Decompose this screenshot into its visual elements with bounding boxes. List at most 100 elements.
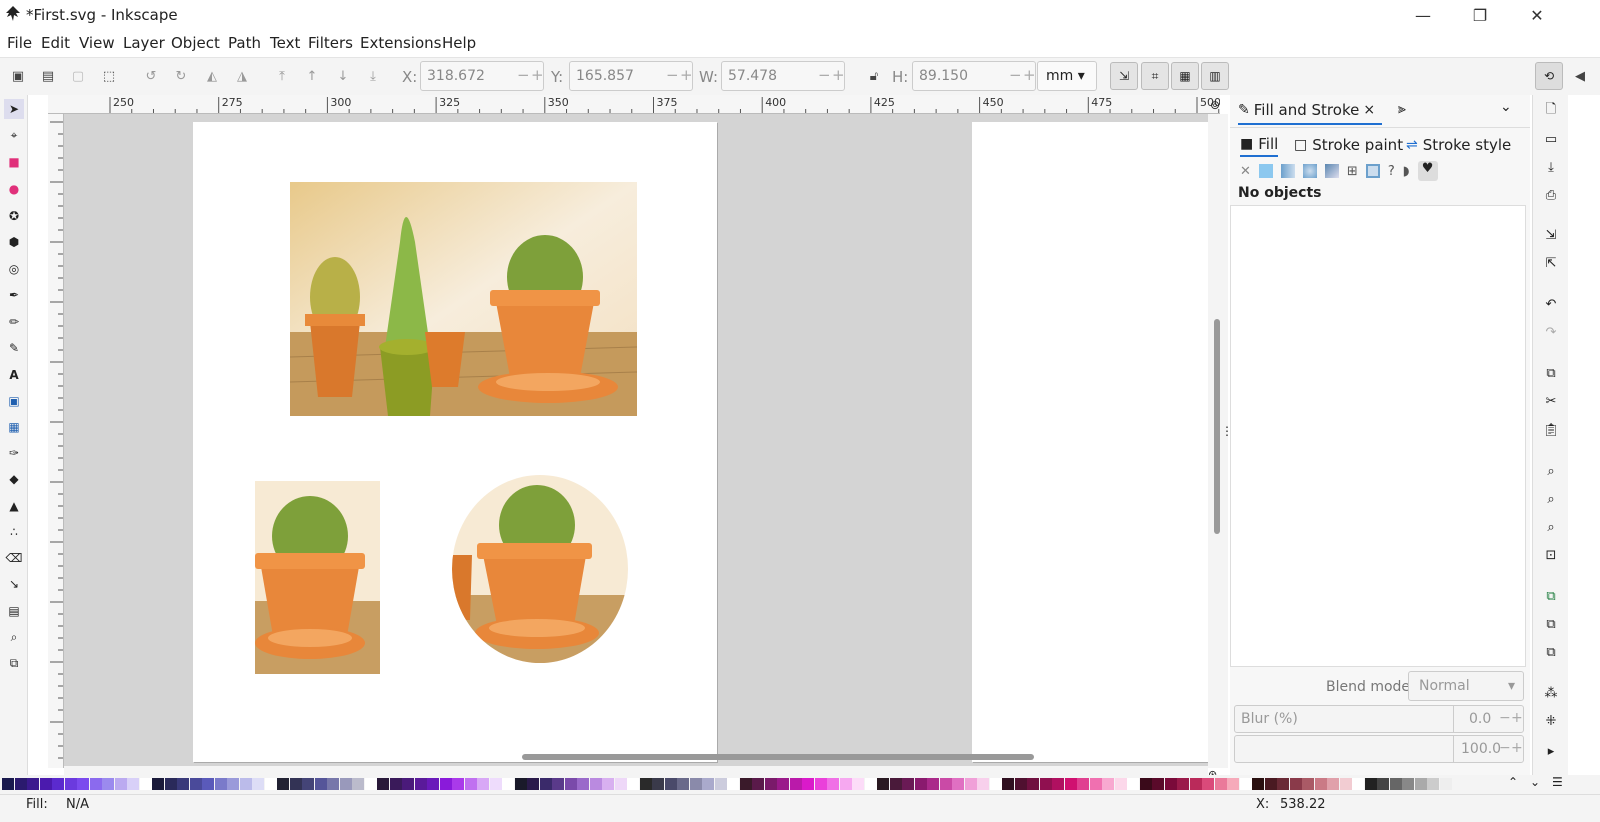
- palette-swatch[interactable]: [814, 778, 827, 790]
- palette-swatch[interactable]: [727, 778, 739, 790]
- calligraphy-tool-icon[interactable]: ✎: [4, 338, 24, 358]
- palette-swatch[interactable]: [1177, 778, 1189, 790]
- palette-swatch[interactable]: [852, 778, 864, 790]
- palette-swatch[interactable]: [1052, 778, 1064, 790]
- palette-swatch[interactable]: [1114, 778, 1127, 790]
- palette-swatch[interactable]: [502, 778, 514, 790]
- eraser-tool-icon[interactable]: ⌫: [4, 548, 24, 568]
- increment-icon[interactable]: +: [680, 66, 693, 84]
- palette-swatch[interactable]: [489, 778, 502, 790]
- palette-swatch[interactable]: [1039, 778, 1052, 790]
- palette-swatch[interactable]: [164, 778, 177, 790]
- palette-swatch[interactable]: [1402, 778, 1414, 790]
- select-all-icon[interactable]: ▣: [8, 66, 28, 86]
- clone-icon[interactable]: ⧉: [1541, 614, 1561, 634]
- palette-swatch[interactable]: [1377, 778, 1389, 790]
- palette-swatch[interactable]: [264, 778, 277, 790]
- palette-swatch[interactable]: [464, 778, 477, 790]
- palette-swatch[interactable]: [1414, 778, 1427, 790]
- palette-swatch[interactable]: [289, 778, 302, 790]
- subtab-stroke-paint[interactable]: □ Stroke paint: [1294, 133, 1403, 157]
- palette-swatch[interactable]: [777, 778, 789, 790]
- zoom-tool-icon[interactable]: ⌕: [4, 627, 24, 647]
- blend-mode-select[interactable]: Normal ▾: [1408, 671, 1524, 701]
- tweak-tool-icon[interactable]: ▲: [4, 496, 24, 516]
- palette-swatch[interactable]: [339, 778, 352, 790]
- palette-swatch[interactable]: [102, 778, 114, 790]
- select-all-layers-icon[interactable]: ▤: [38, 66, 58, 86]
- palette-swatch[interactable]: [414, 778, 427, 790]
- palette-swatch[interactable]: [602, 778, 614, 790]
- palette-swatch[interactable]: [27, 778, 39, 790]
- palette-swatch[interactable]: [189, 778, 202, 790]
- decrement-icon[interactable]: −: [666, 66, 679, 84]
- palette-swatch[interactable]: [577, 778, 589, 790]
- print-icon[interactable]: ⎙: [1541, 185, 1561, 205]
- palette-swatch[interactable]: [1427, 778, 1439, 790]
- lower-to-bottom-icon[interactable]: ⤓: [363, 66, 383, 86]
- scale-stroke-button[interactable]: ⇲: [1110, 62, 1138, 90]
- palette-swatch[interactable]: [452, 778, 464, 790]
- spiral-tool-icon[interactable]: ◎: [4, 259, 24, 279]
- blur-field[interactable]: Blur (%) 0.0 − +: [1234, 705, 1524, 733]
- palette-swatch[interactable]: [902, 778, 914, 790]
- palette-swatch[interactable]: [1364, 778, 1377, 790]
- palette-swatch[interactable]: [627, 778, 639, 790]
- text-tool-icon[interactable]: A: [4, 365, 24, 385]
- palette-swatch[interactable]: [889, 778, 902, 790]
- snap-toggle-button[interactable]: ⟲: [1535, 62, 1563, 90]
- palette-swatch[interactable]: [477, 778, 489, 790]
- increment-icon[interactable]: +: [832, 66, 845, 84]
- linear-gradient-icon[interactable]: [1280, 164, 1295, 178]
- menu-extensions[interactable]: Extensions: [360, 34, 441, 52]
- palette-swatch[interactable]: [402, 778, 414, 790]
- rotate-ccw-icon[interactable]: ↺: [141, 66, 161, 86]
- marker-icon[interactable]: ◗: [1403, 164, 1410, 179]
- palette-swatch[interactable]: [39, 778, 52, 790]
- select-same-icon[interactable]: ⬚: [99, 66, 119, 86]
- heart-icon[interactable]: ♥: [1417, 161, 1438, 181]
- palette-swatch[interactable]: [1102, 778, 1114, 790]
- page-1[interactable]: [193, 122, 717, 762]
- menu-view[interactable]: View: [79, 34, 115, 52]
- y-field[interactable]: 165.857 − +: [569, 61, 693, 91]
- swatch-icon[interactable]: [1365, 164, 1380, 178]
- palette-swatch[interactable]: [1002, 778, 1014, 790]
- palette-swatch[interactable]: [789, 778, 802, 790]
- export-icon[interactable]: ⇱: [1541, 253, 1561, 273]
- decrement-icon[interactable]: −: [517, 66, 530, 84]
- w-field[interactable]: 57.478 − +: [721, 61, 845, 91]
- palette-swatch[interactable]: [302, 778, 314, 790]
- menu-path[interactable]: Path: [228, 34, 261, 52]
- copy-icon[interactable]: ⧉: [1541, 363, 1561, 383]
- palette-swatch[interactable]: [114, 778, 127, 790]
- palette-swatch[interactable]: [14, 778, 27, 790]
- lock-icon[interactable]: 🔓︎: [864, 66, 884, 86]
- palette-swatch[interactable]: [227, 778, 239, 790]
- undo-icon[interactable]: ↶: [1541, 294, 1561, 314]
- palette-swatch[interactable]: [939, 778, 952, 790]
- increment-icon[interactable]: +: [531, 66, 544, 84]
- palette-swatch[interactable]: [1314, 778, 1327, 790]
- gradient-tool-icon[interactable]: ▣: [4, 391, 24, 411]
- palette-swatch[interactable]: [989, 778, 1002, 790]
- chevron-up-icon[interactable]: ⌃: [1508, 775, 1518, 789]
- palette-swatch[interactable]: [1227, 778, 1239, 790]
- palette-swatch[interactable]: [1064, 778, 1077, 790]
- zoom-selection-icon[interactable]: ⌕: [1541, 461, 1561, 481]
- palette-swatch[interactable]: [89, 778, 102, 790]
- more-commands-icon[interactable]: ▸: [1541, 741, 1561, 761]
- palette-swatch[interactable]: [1214, 778, 1227, 790]
- palette-swatch[interactable]: [527, 778, 539, 790]
- palette-swatch[interactable]: [439, 778, 452, 790]
- cut-icon[interactable]: ✂: [1541, 391, 1561, 411]
- vertical-ruler[interactable]: [48, 114, 64, 768]
- palette-swatch[interactable]: [64, 778, 77, 790]
- palette-swatch[interactable]: [214, 778, 227, 790]
- page-2[interactable]: [972, 122, 1208, 762]
- zoom-correction-icon[interactable]: ⊚: [1207, 95, 1223, 114]
- palette-swatch[interactable]: [1089, 778, 1102, 790]
- palette-swatch[interactable]: [1327, 778, 1339, 790]
- minimize-button[interactable]: —: [1400, 0, 1446, 30]
- move-gradients-button[interactable]: ▦: [1171, 62, 1199, 90]
